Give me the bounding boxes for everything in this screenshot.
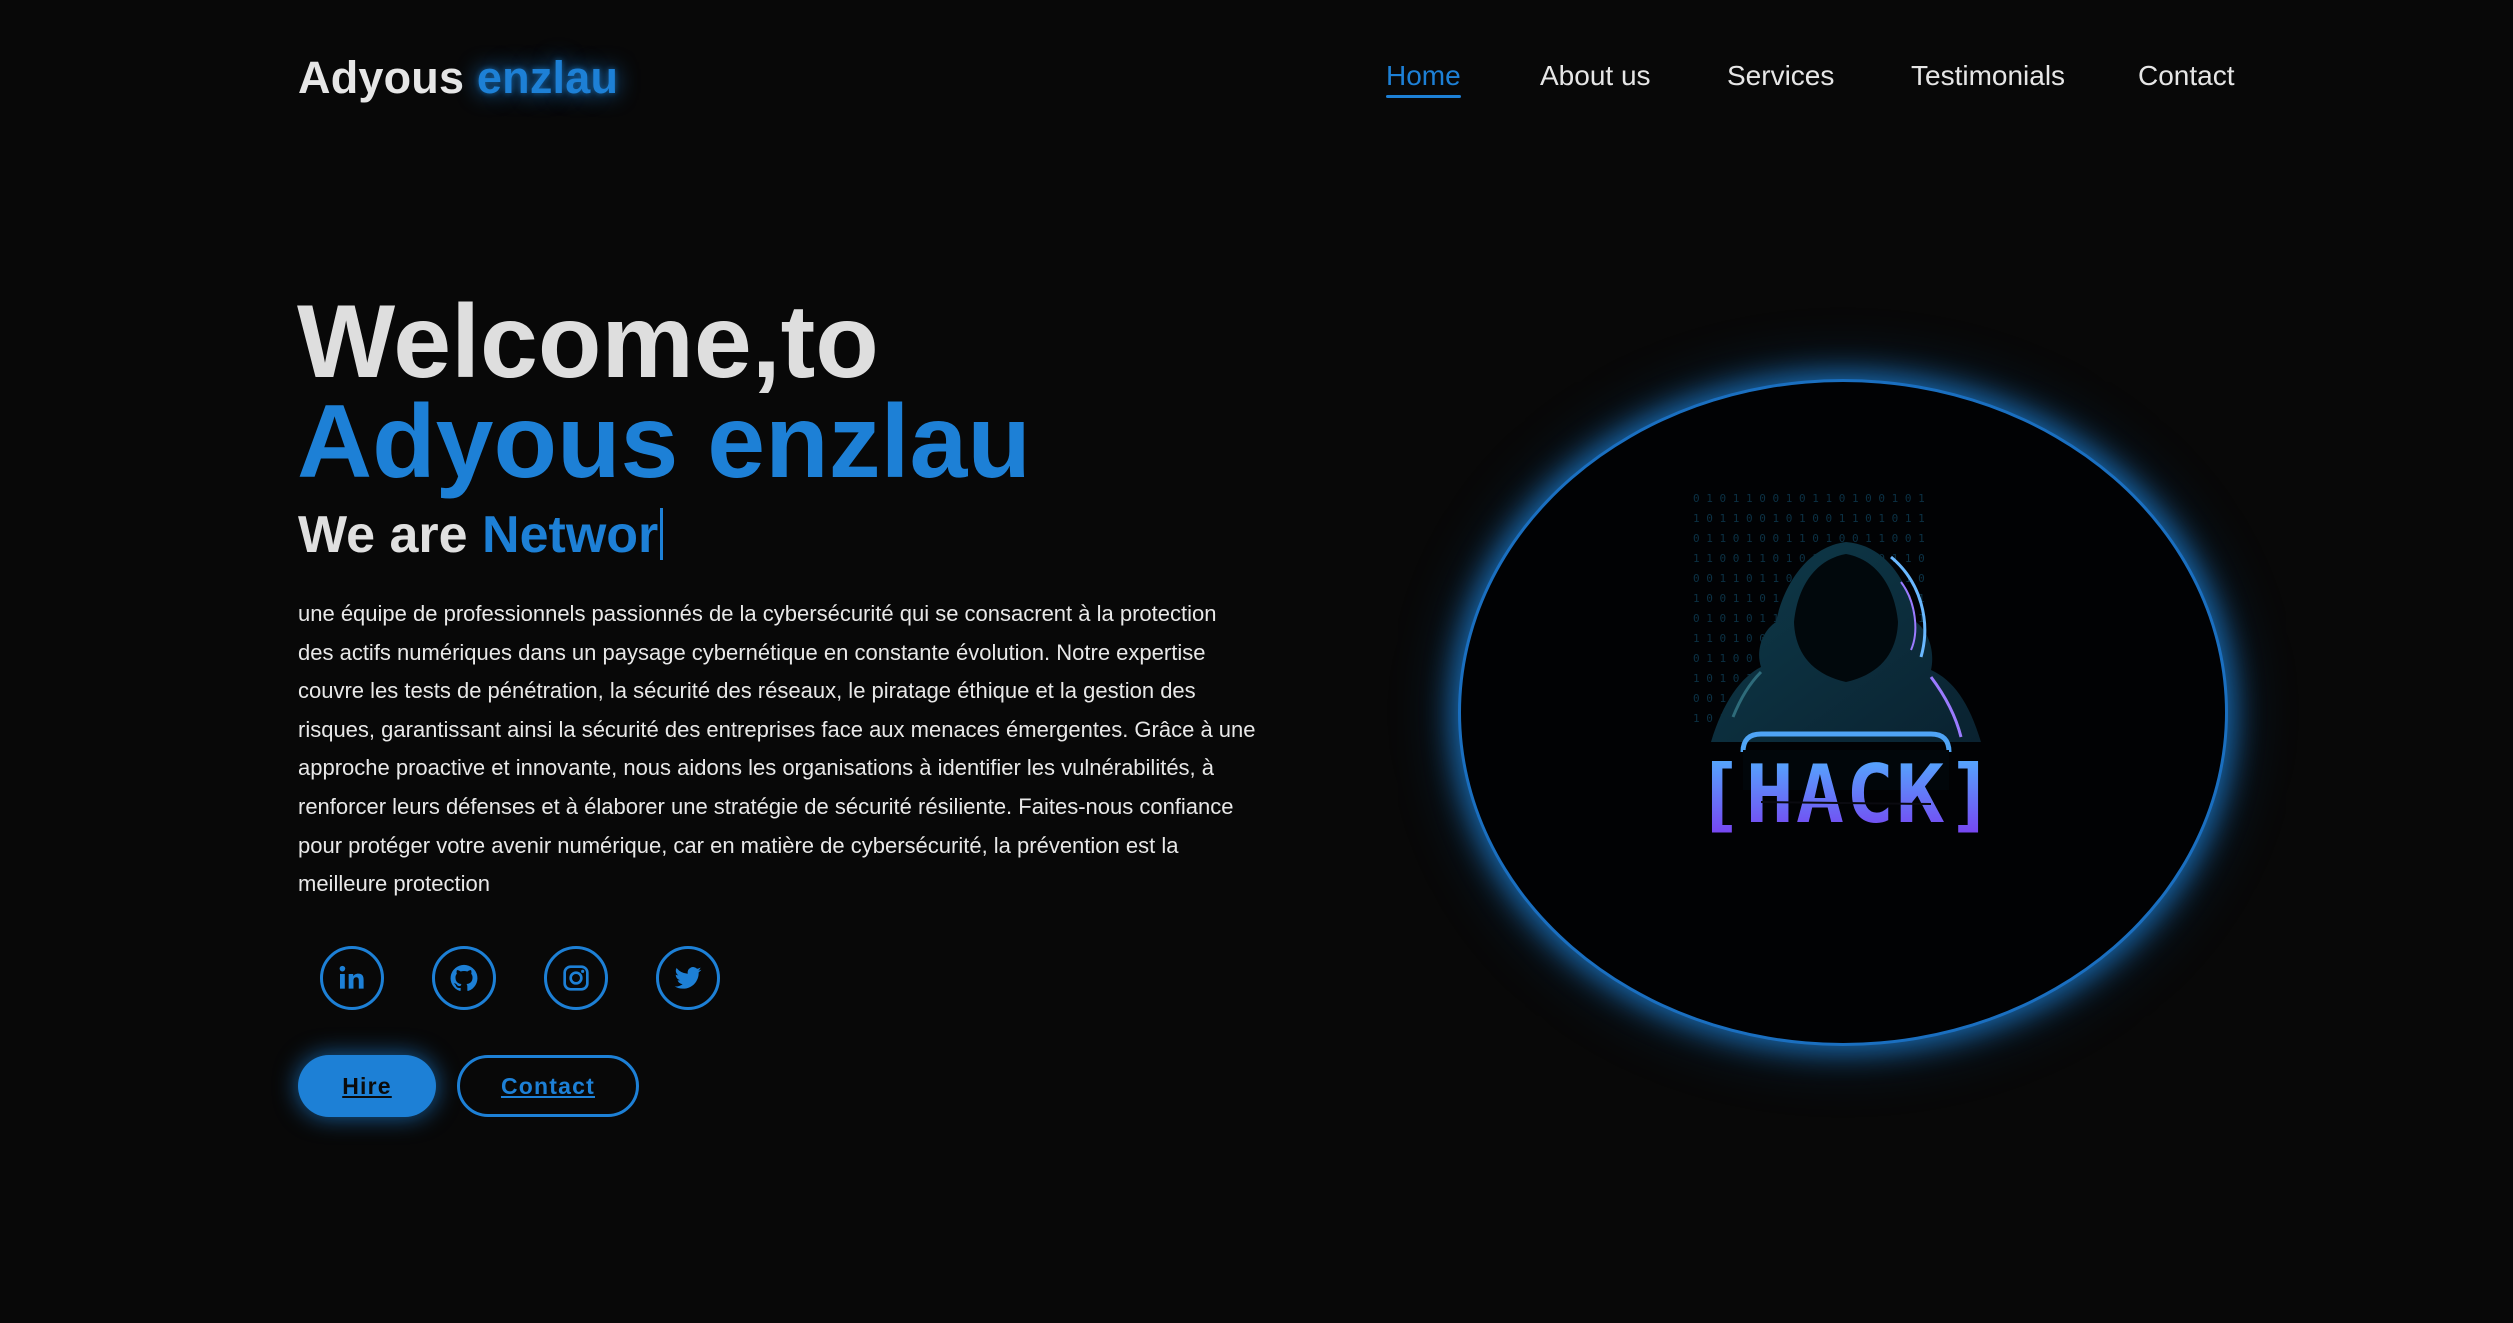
instagram-icon [563, 965, 589, 991]
svg-text:0 1 1 0 1 0 0 1 1 0 1 0 0 1 1: 0 1 1 0 1 0 0 1 1 0 1 0 0 1 1 0 0 1 [1693, 532, 1925, 545]
nav-link-home[interactable]: Home [1386, 60, 1461, 98]
hero-brand-heading: Adyous enzlau [297, 384, 1031, 500]
github-icon [450, 964, 478, 991]
twitter-link[interactable] [656, 946, 720, 1010]
hacker-illustration: 0 1 0 1 1 0 0 1 0 1 1 0 1 0 0 1 0 1 1 0 … [1693, 492, 1997, 841]
hero-welcome-heading: Welcome,to [297, 284, 879, 400]
hack-logo-text: [HACK] [1696, 748, 1997, 841]
instagram-link[interactable] [544, 946, 608, 1010]
nav-link-services[interactable]: Services [1727, 60, 1834, 92]
typing-role-text: Networ [482, 506, 659, 564]
typing-caret [660, 508, 664, 560]
contact-button[interactable]: Contact [457, 1055, 639, 1117]
nav-link-about[interactable]: About us [1540, 60, 1651, 92]
nav-link-testimonials[interactable]: Testimonials [1911, 60, 2065, 92]
svg-text:1 0 1 1 0 0 1 0 1 0 0 1 1 0 1: 1 0 1 1 0 0 1 0 1 0 0 1 1 0 1 0 1 1 [1693, 512, 1925, 525]
hire-button[interactable]: Hire [298, 1055, 436, 1117]
page: Adyous enzlau Home About us Services Tes… [0, 0, 2513, 1323]
typing-prefix: We are [298, 506, 468, 564]
github-link[interactable] [432, 946, 496, 1010]
typing-headline: We are Networ [298, 505, 664, 565]
linkedin-link[interactable] [320, 946, 384, 1010]
twitter-icon [674, 967, 702, 989]
svg-text:0 1 0 1 1 0 0 1 0 1 1 0 1 0 0: 0 1 0 1 1 0 0 1 0 1 1 0 1 0 0 1 0 1 [1693, 492, 1925, 505]
hero-hacker-image: 0 1 0 1 1 0 0 1 0 1 1 0 1 0 0 1 0 1 1 0 … [1458, 379, 2228, 1046]
main-nav: Home About us Services Testimonials Cont… [0, 60, 2513, 110]
linkedin-icon [339, 965, 364, 989]
nav-link-contact[interactable]: Contact [2138, 60, 2235, 92]
hero-description: une équipe de professionnels passionnés … [298, 601, 1256, 897]
